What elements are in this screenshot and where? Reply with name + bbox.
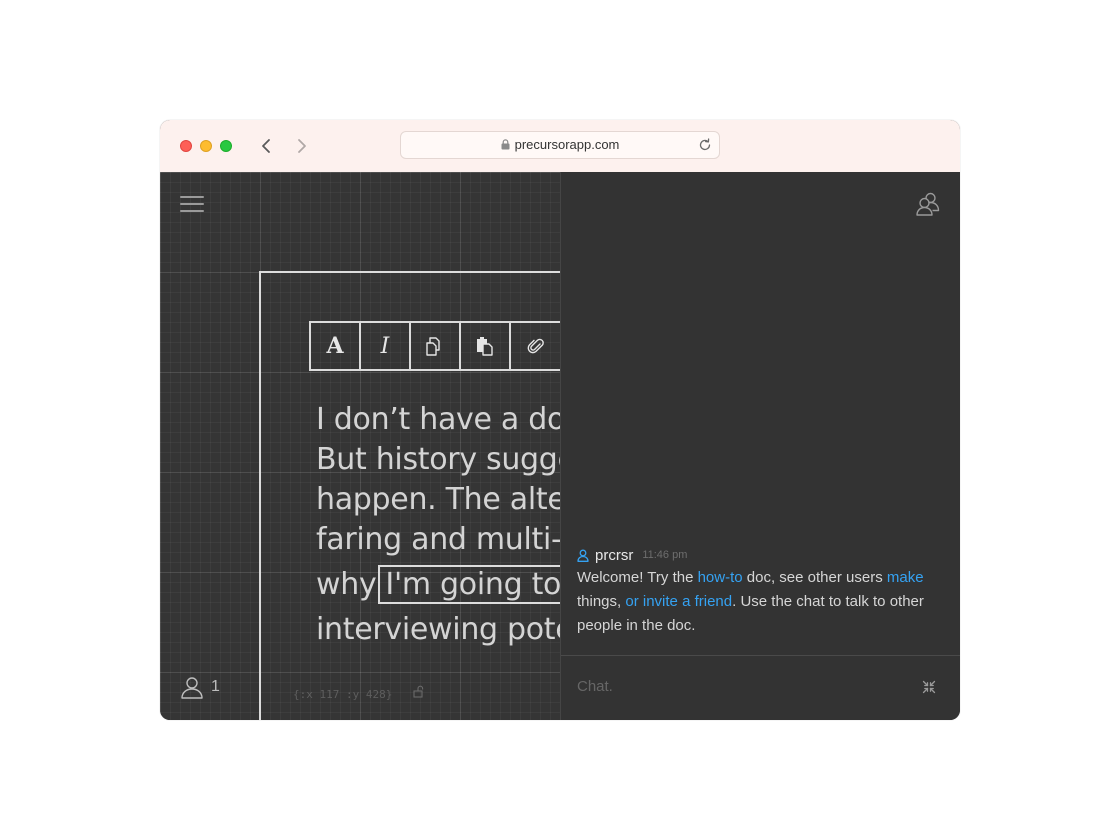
user-icon — [181, 677, 203, 699]
message-author[interactable]: prcrsr — [595, 547, 633, 564]
zoom-window-button[interactable] — [220, 140, 232, 152]
cursor-coordinates: {:x 117 :y 428} — [293, 688, 393, 701]
italic-button[interactable]: I — [361, 323, 411, 369]
paste-button[interactable] — [461, 323, 511, 369]
chat-message: prcrsr 11:46 pm Welcome! Try the how-to … — [577, 545, 949, 638]
copy-icon — [426, 337, 440, 356]
browser-window: precursorapp.com A I I don’t have a doc … — [160, 120, 960, 720]
chat-input[interactable] — [577, 674, 897, 698]
copy-button[interactable] — [411, 323, 461, 369]
paste-icon — [477, 337, 493, 356]
address-bar-content: precursorapp.com — [401, 132, 719, 158]
document-line: I don’t have a doc — [316, 402, 560, 437]
unlock-icon[interactable] — [413, 685, 425, 698]
document-line: happen. The alter — [316, 482, 560, 517]
address-bar[interactable]: precursorapp.com — [400, 131, 720, 159]
make-things-link[interactable]: make — [887, 569, 924, 586]
document-line: interviewing pote — [316, 612, 560, 647]
lock-icon — [501, 139, 510, 150]
how-to-link[interactable]: how-to — [698, 569, 743, 586]
online-users[interactable]: 1 — [180, 675, 220, 699]
document-line: But history sugge — [316, 442, 560, 477]
back-arrow-icon[interactable] — [258, 137, 276, 155]
menu-icon[interactable] — [180, 194, 204, 212]
message-body: Welcome! Try the how-to doc, see other u… — [577, 566, 949, 638]
document-line: faring and multi-p — [316, 522, 560, 557]
highlighted-text[interactable]: I'm going to r — [378, 565, 560, 604]
reload-icon[interactable] — [697, 137, 713, 153]
url-text: precursorapp.com — [514, 137, 620, 152]
invite-friend-link[interactable]: or invite a friend — [625, 593, 732, 610]
chat-panel: prcrsr 11:46 pm Welcome! Try the how-to … — [560, 172, 960, 720]
drawing-canvas[interactable]: A I I don’t have a doc But history sugge… — [160, 172, 560, 720]
browser-titlebar: precursorapp.com — [160, 120, 960, 173]
user-count-value: 1 — [211, 678, 220, 695]
message-time: 11:46 pm — [642, 549, 688, 561]
attach-button[interactable] — [511, 323, 560, 369]
document-line: whyI'm going to r — [316, 560, 560, 610]
text-toolbar: A I — [309, 321, 560, 371]
bold-button[interactable]: A — [311, 323, 361, 369]
forward-arrow-icon[interactable] — [292, 137, 310, 155]
chat-divider — [561, 655, 960, 656]
author-user-icon — [577, 549, 589, 562]
minimize-window-button[interactable] — [200, 140, 212, 152]
message-text: doc, see other users — [742, 569, 887, 586]
message-text: things, — [577, 593, 626, 610]
collapse-icon[interactable] — [922, 680, 936, 694]
paperclip-icon — [527, 338, 544, 354]
message-text: Welcome! Try the — [577, 569, 698, 586]
document-line-text: why — [316, 567, 377, 602]
chat-message-header: prcrsr 11:46 pm — [577, 545, 949, 565]
users-icon[interactable] — [915, 191, 941, 217]
document-text[interactable]: I don’t have a doc But history sugge hap… — [316, 400, 560, 650]
close-window-button[interactable] — [180, 140, 192, 152]
